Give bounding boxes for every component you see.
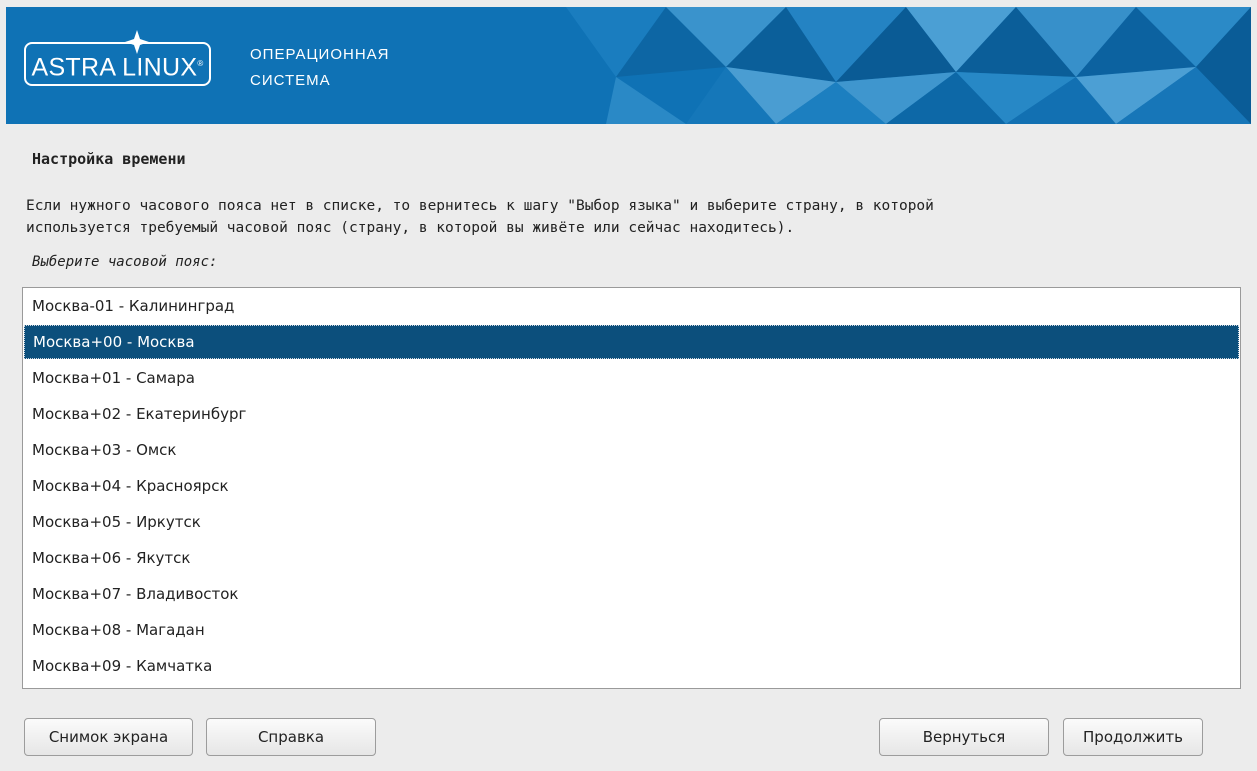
- timezone-item[interactable]: Москва+07 - Владивосток: [24, 577, 1239, 611]
- header-banner: ASTRA LINUX® ОПЕРАЦИОННАЯ СИСТЕМА: [6, 7, 1251, 124]
- timezone-item[interactable]: Москва+06 - Якутск: [24, 541, 1239, 575]
- timezone-item[interactable]: Москва+09 - Камчатка: [24, 649, 1239, 683]
- description-line-1: Если нужного часового пояса нет в списке…: [26, 198, 934, 214]
- page-title: Настройка времени: [32, 150, 186, 168]
- timezone-item[interactable]: Москва+08 - Магадан: [24, 613, 1239, 647]
- timezone-item-selected[interactable]: Москва+00 - Москва: [24, 325, 1239, 359]
- timezone-item[interactable]: Москва+03 - Омск: [24, 433, 1239, 467]
- content-area: Настройка времени Если нужного часового …: [6, 124, 1251, 765]
- astra-linux-logo: ASTRA LINUX®: [24, 30, 211, 86]
- timezone-item[interactable]: Москва-01 - Калининград: [24, 289, 1239, 323]
- timezone-item[interactable]: Москва+04 - Красноярск: [24, 469, 1239, 503]
- timezone-list[interactable]: Москва-01 - Калининград Москва+00 - Моск…: [22, 287, 1241, 689]
- timezone-item[interactable]: Москва+05 - Иркутск: [24, 505, 1239, 539]
- continue-button[interactable]: Продолжить: [1063, 718, 1203, 756]
- back-button[interactable]: Вернуться: [879, 718, 1049, 756]
- banner-subtitle-line2: СИСТЕМА: [250, 72, 331, 89]
- description-line-2: используется требуемый часовой пояс (стр…: [26, 220, 795, 236]
- logo-text: ASTRA LINUX®: [31, 53, 204, 82]
- banner-subtitle-line1: ОПЕРАЦИОННАЯ: [250, 46, 390, 63]
- timezone-item[interactable]: Москва+01 - Самара: [24, 361, 1239, 395]
- screenshot-button[interactable]: Снимок экрана: [24, 718, 193, 756]
- timezone-item[interactable]: Москва+02 - Екатеринбург: [24, 397, 1239, 431]
- timezone-prompt: Выберите часовой пояс:: [32, 254, 218, 270]
- installer-window: ASTRA LINUX® ОПЕРАЦИОННАЯ СИСТЕМА Настро…: [0, 0, 1257, 771]
- help-button[interactable]: Справка: [206, 718, 376, 756]
